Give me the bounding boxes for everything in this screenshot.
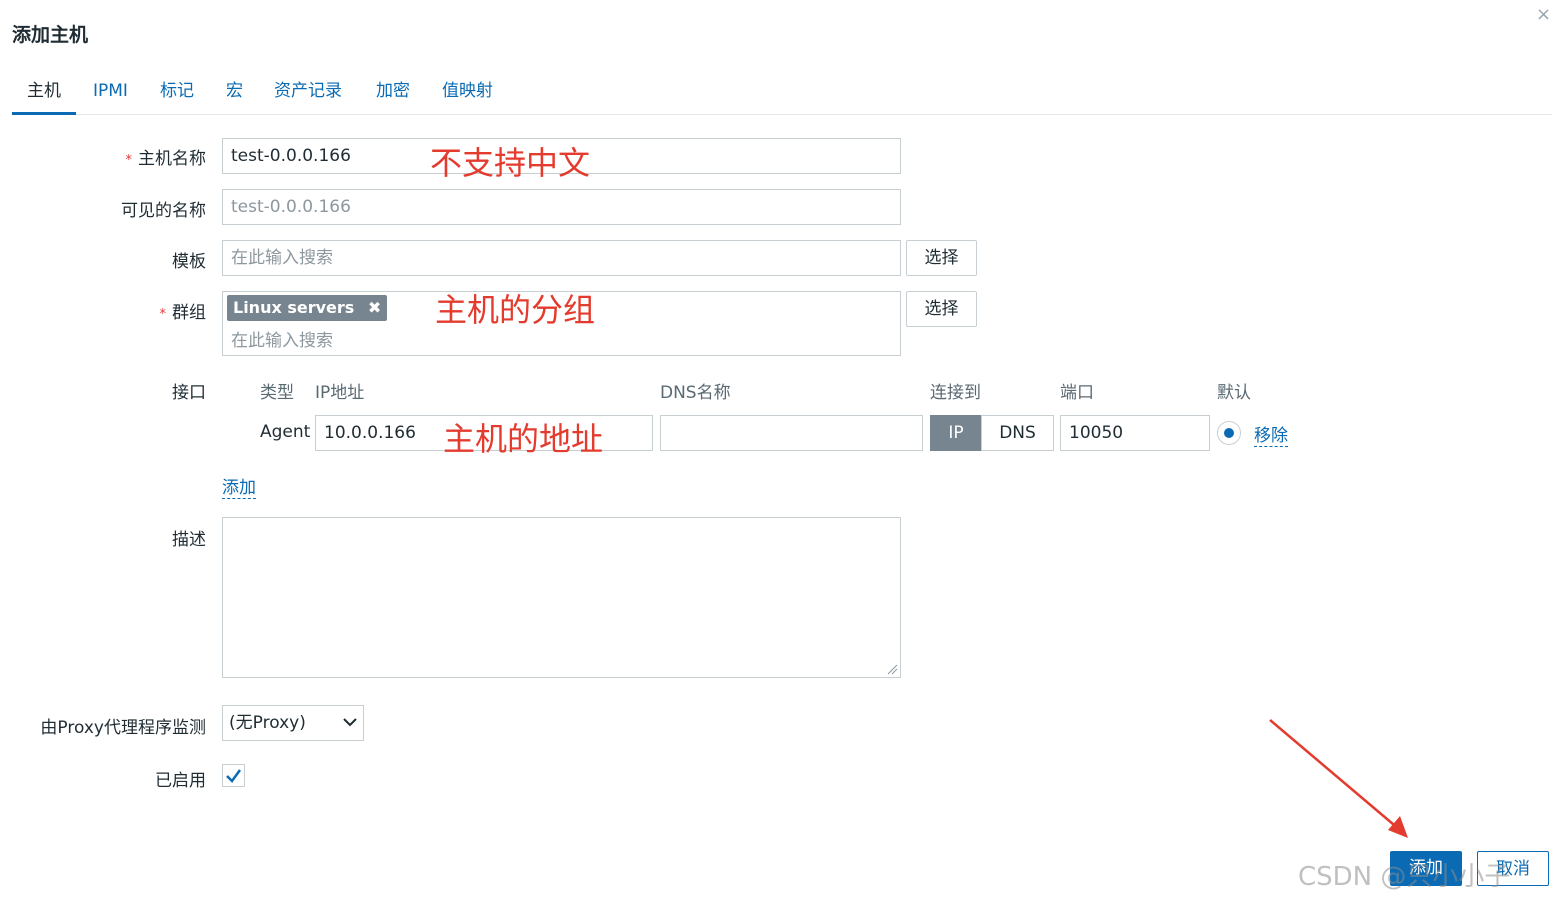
interface-type: Agent bbox=[260, 422, 311, 442]
dialog-title: 添加主机 bbox=[12, 24, 89, 46]
tag-remove-icon[interactable]: ✖ bbox=[368, 298, 381, 317]
tab-ipmi[interactable]: IPMI bbox=[93, 78, 128, 112]
visible-name-input[interactable]: test-0.0.0.166 bbox=[222, 189, 901, 225]
tab-macros[interactable]: 宏 bbox=[226, 78, 243, 112]
interface-remove-link[interactable]: 移除 bbox=[1254, 421, 1288, 447]
group-tag: Linux servers ✖ bbox=[227, 295, 388, 321]
annotation-group: 主机的分组 bbox=[435, 291, 596, 329]
chevron-down-icon bbox=[343, 718, 357, 727]
tab-tags[interactable]: 标记 bbox=[160, 78, 194, 112]
templates-label: 模板 bbox=[172, 252, 206, 272]
default-radio[interactable] bbox=[1217, 421, 1241, 445]
visible-name-label: 可见的名称 bbox=[121, 201, 206, 221]
proxy-label: 由Proxy代理程序监测 bbox=[40, 718, 206, 738]
interface-port-input[interactable]: 10050 bbox=[1060, 415, 1210, 451]
tab-inventory[interactable]: 资产记录 bbox=[274, 78, 342, 112]
tab-value-mapping[interactable]: 值映射 bbox=[442, 78, 493, 112]
templates-search-input[interactable]: 在此输入搜索 bbox=[222, 240, 901, 276]
col-default: 默认 bbox=[1217, 383, 1251, 403]
enabled-label: 已启用 bbox=[155, 771, 206, 791]
description-textarea[interactable] bbox=[222, 517, 901, 678]
tab-bar: 主机 IPMI 标记 宏 资产记录 加密 值映射 bbox=[12, 78, 1552, 115]
check-icon bbox=[226, 769, 242, 783]
templates-select-button[interactable]: 选择 bbox=[906, 240, 977, 276]
groups-select-button[interactable]: 选择 bbox=[906, 291, 977, 327]
interface-dns-input[interactable] bbox=[660, 415, 923, 451]
groups-search-input[interactable]: 在此输入搜索 bbox=[231, 326, 333, 351]
enabled-checkbox[interactable] bbox=[222, 764, 245, 787]
annotation-arrow-icon bbox=[1269, 719, 1408, 838]
col-ip: IP地址 bbox=[315, 383, 365, 403]
tab-encryption[interactable]: 加密 bbox=[376, 78, 410, 112]
annotation-ip: 主机的地址 bbox=[443, 420, 604, 458]
tab-host[interactable]: 主机 bbox=[12, 78, 76, 115]
col-dns: DNS名称 bbox=[660, 383, 731, 403]
resize-handle-icon[interactable] bbox=[886, 663, 898, 675]
interfaces-label: 接口 bbox=[172, 383, 206, 403]
col-port: 端口 bbox=[1060, 383, 1094, 403]
annotation-hostname: 不支持中文 bbox=[430, 144, 591, 182]
connect-dns-toggle[interactable]: DNS bbox=[981, 415, 1054, 451]
connect-ip-toggle[interactable]: IP bbox=[930, 415, 982, 451]
host-name-label: * 主机名称 bbox=[125, 149, 207, 169]
watermark: CSDN @只小小子 bbox=[1298, 862, 1511, 892]
proxy-select[interactable]: (无Proxy) bbox=[222, 705, 364, 741]
description-label: 描述 bbox=[172, 530, 206, 550]
col-type: 类型 bbox=[260, 383, 294, 403]
col-connect: 连接到 bbox=[930, 383, 981, 403]
groups-label: * 群组 bbox=[159, 303, 207, 323]
close-icon[interactable]: × bbox=[1536, 4, 1551, 25]
radio-dot-icon bbox=[1224, 428, 1234, 438]
interface-add-link[interactable]: 添加 bbox=[222, 473, 256, 499]
